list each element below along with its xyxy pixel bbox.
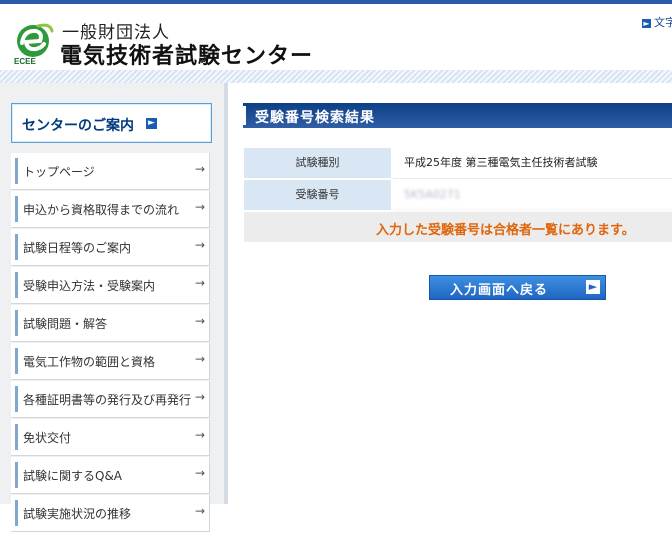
sidebar-item-label: 申込から資格取得までの流れ <box>23 203 180 217</box>
chevron-right-icon: → <box>194 504 205 518</box>
result-table: 試験種別 平成25年度 第三種電気主任技術者試験 受験番号 5K5A0271 <box>244 148 672 212</box>
table-row: 受験番号 5K5A0271 <box>244 180 672 211</box>
sidebar-item-application-flow[interactable]: 申込から資格取得までの流れ → <box>11 191 210 228</box>
text-size-link-label: 文字 <box>654 16 672 29</box>
chevron-right-icon: → <box>194 276 205 290</box>
center-guide-label: センターのご案内 <box>22 118 134 134</box>
sidebar-item-past-exams[interactable]: 試験問題・解答 → <box>11 305 210 342</box>
sidebar-item-top-page[interactable]: トップページ → <box>11 153 210 190</box>
table-row: 試験種別 平成25年度 第三種電気主任技術者試験 <box>244 148 672 179</box>
chevron-right-icon: → <box>194 352 205 366</box>
item-marker <box>15 462 18 488</box>
chevron-right-icon: → <box>194 466 205 480</box>
sidebar-divider <box>224 83 228 504</box>
item-marker <box>15 386 18 412</box>
item-marker <box>15 234 18 260</box>
sidebar-item-label: トップページ <box>23 165 95 179</box>
item-marker <box>15 310 18 336</box>
chevron-right-icon: → <box>194 162 205 176</box>
ecee-logo[interactable]: ECEE <box>12 21 56 65</box>
exam-number-value: 5K5A0271 <box>393 180 672 211</box>
item-marker <box>15 158 18 184</box>
exam-number-label: 受験番号 <box>244 180 391 210</box>
sidebar-item-label: 試験実施状況の推移 <box>23 507 132 521</box>
arrow-right-icon: ► <box>146 118 157 129</box>
chevron-right-icon: → <box>194 314 205 328</box>
arrow-right-icon: ► <box>642 18 651 28</box>
text-size-link[interactable]: ► 文字 <box>642 14 672 30</box>
sidebar-item-how-to-apply[interactable]: 受験申込方法・受験案内 → <box>11 267 210 304</box>
chevron-right-icon: → <box>194 200 205 214</box>
chevron-right-icon: → <box>194 428 205 442</box>
sidebar-item-certificates[interactable]: 各種証明書等の発行及び再発行 → <box>11 381 210 418</box>
pass-notice-text: 入力した受験番号は合格者一覧にあります。 <box>376 223 635 238</box>
title-marker <box>243 106 246 125</box>
header-stripe <box>0 70 672 83</box>
sidebar-item-label: 受験申込方法・受験案内 <box>23 279 156 293</box>
chevron-right-icon: → <box>194 390 205 404</box>
sidebar-item-label: 免状交付 <box>23 431 72 445</box>
sidebar-item-label: 各種証明書等の発行及び再発行 <box>23 393 192 407</box>
result-title-bar: 受験番号検索結果 <box>243 103 672 128</box>
sidebar-nav: トップページ → 申込から資格取得までの流れ → 試験日程等のご案内 → 受験申込方法… <box>11 153 210 533</box>
sidebar-item-label: 試験日程等のご案内 <box>23 241 132 255</box>
organization-name[interactable]: 電気技術者試験センター <box>60 38 313 70</box>
back-to-input-button[interactable]: 入力画面へ戻る ► <box>429 275 606 300</box>
sidebar-item-exam-schedule[interactable]: 試験日程等のご案内 → <box>11 229 210 266</box>
exam-type-label: 試験種別 <box>244 148 391 178</box>
chevron-right-icon: → <box>194 238 205 252</box>
sidebar-item-label: 試験問題・解答 <box>23 317 108 331</box>
sidebar-item-qualifications[interactable]: 電気工作物の範囲と資格 → <box>11 343 210 380</box>
sidebar-item-license-issue[interactable]: 免状交付 → <box>11 419 210 456</box>
center-guide-link[interactable]: センターのご案内 ► <box>11 103 212 143</box>
back-button-label: 入力画面へ戻る <box>450 283 549 298</box>
item-marker <box>15 196 18 222</box>
main-content: 受験番号検索結果 試験種別 平成25年度 第三種電気主任技術者試験 受験番号 5… <box>240 100 672 504</box>
item-marker <box>15 424 18 450</box>
sidebar-item-exam-statistics[interactable]: 試験実施状況の推移 → <box>11 495 210 532</box>
item-marker <box>15 348 18 374</box>
sidebar-item-faq[interactable]: 試験に関するQ&A → <box>11 457 210 494</box>
site-header: ECEE 一般財団法人 電気技術者試験センター ► 文字 <box>0 4 672 70</box>
item-marker <box>15 272 18 298</box>
exam-type-value: 平成25年度 第三種電気主任技術者試験 <box>393 148 672 179</box>
arrow-right-icon: ► <box>586 280 600 294</box>
svg-text:ECEE: ECEE <box>14 57 36 65</box>
page-title: 受験番号検索結果 <box>255 110 375 126</box>
sidebar-item-label: 電気工作物の範囲と資格 <box>23 355 156 369</box>
result-notice: 入力した受験番号は合格者一覧にあります。 <box>244 212 672 242</box>
sidebar-item-label: 試験に関するQ&A <box>23 469 123 483</box>
